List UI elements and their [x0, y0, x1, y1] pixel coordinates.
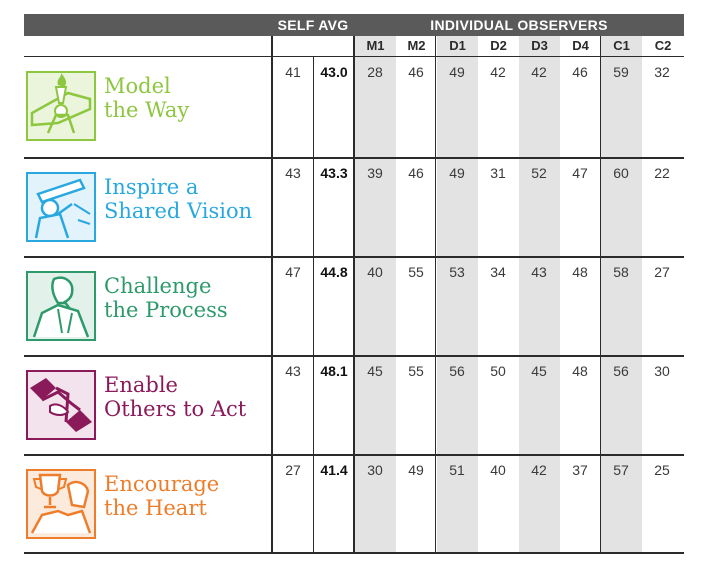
score-m2: 46	[408, 165, 424, 181]
score-m2: 55	[408, 264, 424, 280]
practice-title-line1: Model	[104, 74, 171, 98]
score-d3: 43	[531, 264, 547, 280]
score-c1: 56	[613, 363, 629, 379]
score-d4: 47	[572, 165, 588, 181]
practice-label: Enable Others to Act	[24, 357, 272, 454]
practice-title-line2: the Way	[104, 98, 190, 122]
average-score: 43.3	[320, 165, 348, 181]
practice-title-line2: Shared Vision	[104, 199, 253, 223]
score-d2: 34	[490, 264, 506, 280]
column-header-m1: M1	[366, 38, 385, 53]
score-d4: 46	[572, 64, 588, 80]
self-score: 27	[285, 462, 301, 478]
practice-label: Inspire a Shared Vision	[24, 159, 272, 256]
self-score: 47	[285, 264, 301, 280]
header-band: SELF AVG INDIVIDUAL OBSERVERS	[24, 14, 684, 36]
average-score: 41.4	[320, 462, 348, 478]
self-score: 41	[285, 64, 301, 80]
trophy-icon	[26, 469, 96, 539]
score-c2: 22	[654, 165, 670, 181]
column-header-d3: D3	[531, 38, 548, 53]
score-d3: 52	[531, 165, 547, 181]
score-d1: 49	[449, 64, 465, 80]
practice-title-line1: Enable	[104, 373, 178, 397]
average-score: 44.8	[320, 264, 348, 280]
handshake-icon	[26, 370, 96, 440]
practice-title-line1: Challenge	[104, 274, 212, 298]
score-d2: 42	[490, 64, 506, 80]
practice-title-line1: Inspire a	[104, 175, 199, 199]
practice-row-encourage-the-heart: Encourage the Heart 27 41.4 30 49 51 40 …	[24, 456, 684, 553]
practice-title-line2: the Process	[104, 298, 228, 322]
score-c1: 58	[613, 264, 629, 280]
score-c2: 27	[654, 264, 670, 280]
score-c1: 57	[613, 462, 629, 478]
score-c1: 59	[613, 64, 629, 80]
score-m2: 46	[408, 64, 424, 80]
practice-row-inspire-a-shared-vision: Inspire a Shared Vision 43 43.3 39 46 49…	[24, 159, 684, 256]
practice-label: Model the Way	[24, 58, 272, 155]
score-d3: 42	[531, 64, 547, 80]
score-d2: 40	[490, 462, 506, 478]
score-d4: 48	[572, 264, 588, 280]
self-avg-header: SELF AVG	[277, 17, 349, 33]
average-score: 43.0	[320, 64, 348, 80]
practice-label: Encourage the Heart	[24, 456, 272, 553]
practice-title-line2: Others to Act	[104, 397, 247, 421]
self-score: 43	[285, 165, 301, 181]
column-header-d1: D1	[449, 38, 466, 53]
score-d3: 42	[531, 462, 547, 478]
score-d1: 49	[449, 165, 465, 181]
torch-icon	[26, 71, 96, 141]
score-m1: 40	[367, 264, 383, 280]
practice-title-line2: the Heart	[104, 496, 207, 520]
score-m1: 45	[367, 363, 383, 379]
score-d4: 48	[572, 363, 588, 379]
score-c2: 30	[654, 363, 670, 379]
score-m1: 39	[367, 165, 383, 181]
score-c2: 25	[654, 462, 670, 478]
telescope-icon	[26, 172, 96, 242]
score-c2: 32	[654, 64, 670, 80]
column-header-d2: D2	[490, 38, 507, 53]
practice-title-line1: Encourage	[104, 472, 220, 496]
score-d3: 45	[531, 363, 547, 379]
score-m2: 55	[408, 363, 424, 379]
score-m1: 28	[367, 64, 383, 80]
self-score: 43	[285, 363, 301, 379]
column-header-m2: M2	[407, 38, 426, 53]
score-d1: 51	[449, 462, 465, 478]
score-d2: 31	[490, 165, 506, 181]
score-c1: 60	[613, 165, 629, 181]
thinker-icon	[26, 271, 96, 341]
score-d1: 56	[449, 363, 465, 379]
score-d4: 37	[572, 462, 588, 478]
practice-row-enable-others-to-act: Enable Others to Act 43 48.1 45 55 56 50…	[24, 357, 684, 454]
practice-label: Challenge the Process	[24, 258, 272, 355]
individual-observers-header: INDIVIDUAL OBSERVERS	[430, 17, 608, 33]
score-d2: 50	[490, 363, 506, 379]
column-header-c1: C1	[613, 38, 630, 53]
column-header-c2: C2	[654, 38, 672, 53]
average-score: 48.1	[320, 363, 348, 379]
score-m2: 49	[408, 462, 424, 478]
score-d1: 53	[449, 264, 465, 280]
score-m1: 30	[367, 462, 383, 478]
practice-row-challenge-the-process: Challenge the Process 47 44.8 40 55 53 3…	[24, 258, 684, 355]
column-header-d4: D4	[572, 38, 589, 53]
practice-row-model-the-way: Model the Way 41 43.0 28 46 49 42 42 46 …	[24, 58, 684, 155]
